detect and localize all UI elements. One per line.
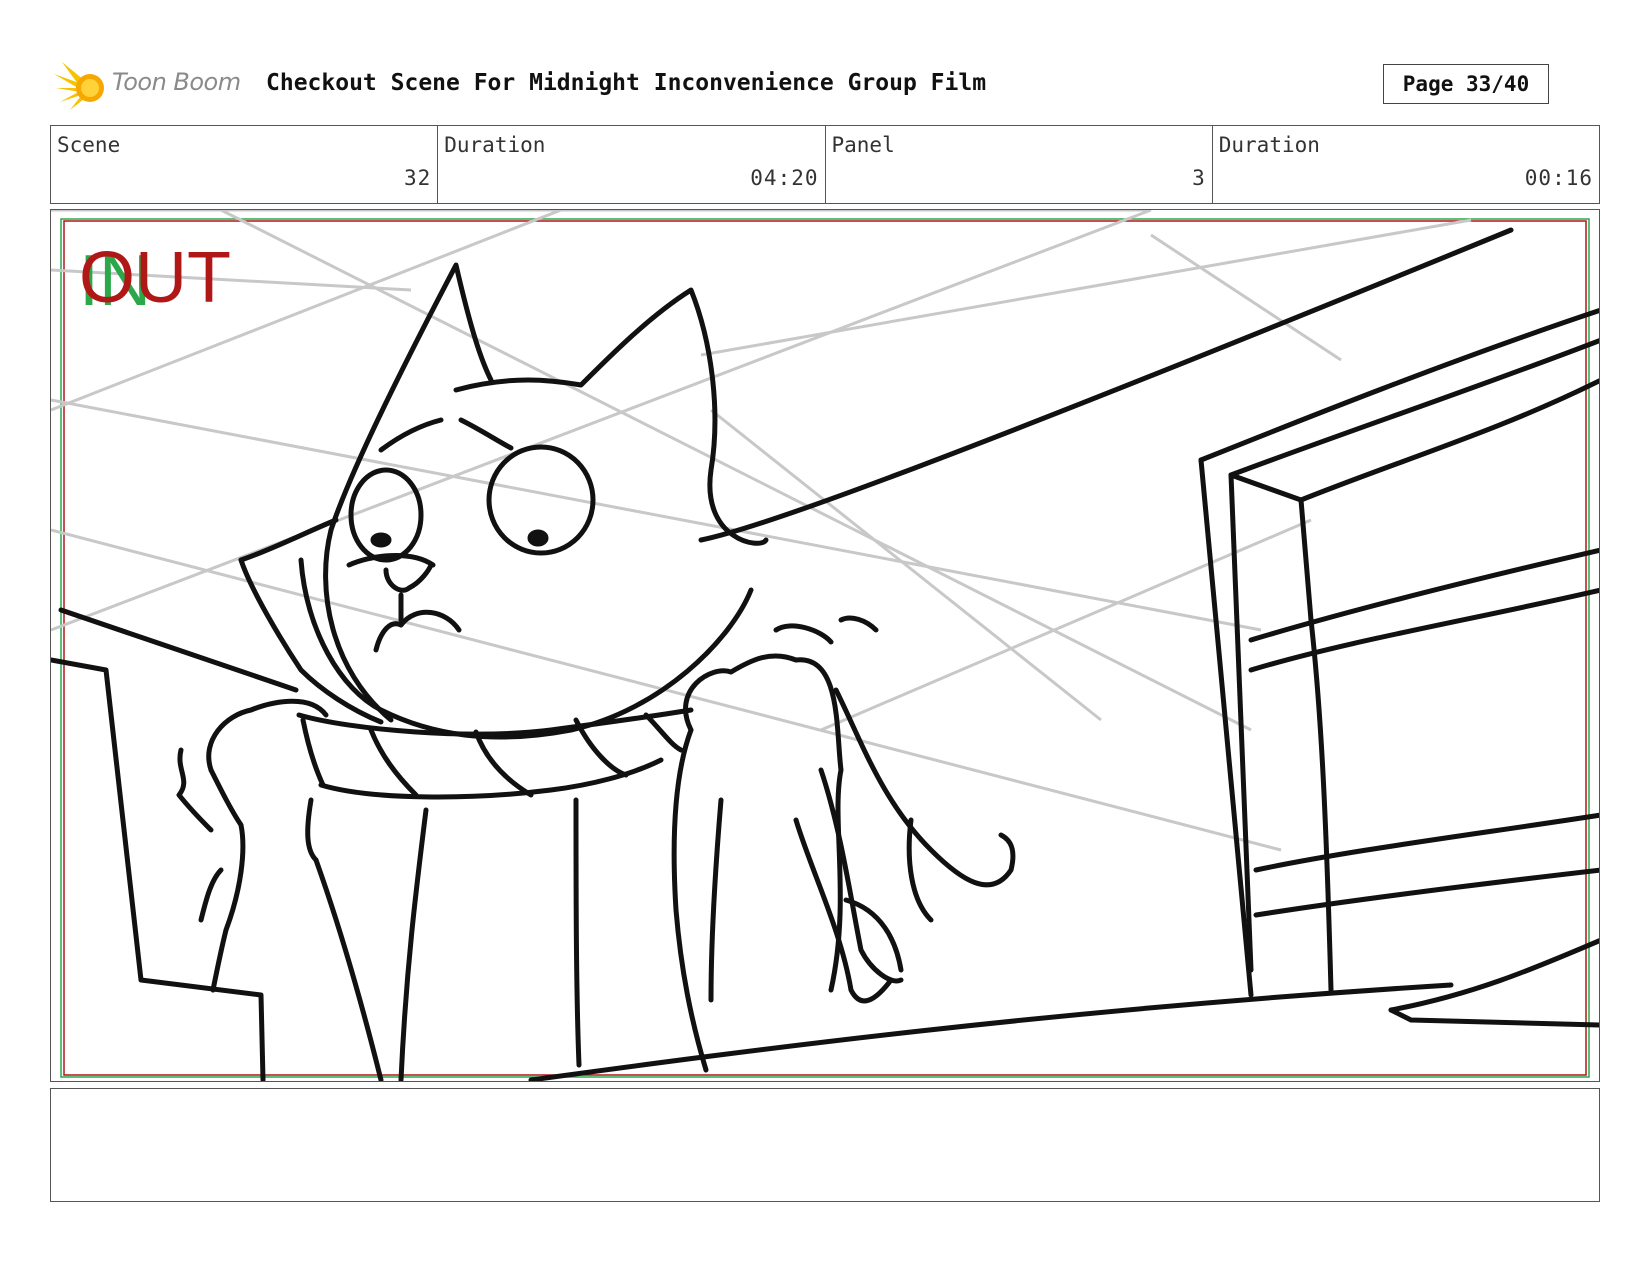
sunburst-icon: [54, 62, 104, 110]
scene-cell: Scene 32: [51, 126, 439, 203]
scene-duration-cell: Duration 04:20: [438, 126, 826, 203]
storyboard-header: Toon Boom Checkout Scene For Midnight In…: [50, 58, 1600, 110]
scene-label: Scene: [57, 133, 121, 157]
logo-text: Toon Boom: [112, 68, 241, 96]
safe-frame-inner: [63, 220, 1587, 1076]
scene-info-row: Scene 32 Duration 04:20 Panel 3 Duration…: [50, 125, 1600, 204]
scene-duration-label: Duration: [444, 133, 546, 157]
safe-frame-outer: [60, 218, 1590, 1078]
panel-duration-cell: Duration 00:16: [1213, 126, 1599, 203]
page-indicator: Page 33/40: [1383, 64, 1549, 104]
scene-duration-value: 04:20: [750, 166, 819, 190]
ceiling-grid: [51, 210, 1472, 852]
panel-value: 3: [1192, 166, 1206, 190]
panel-cell: Panel 3: [826, 126, 1213, 203]
panel-duration-label: Duration: [1218, 133, 1320, 157]
character-sketch: [51, 227, 1599, 1081]
document-title: Checkout Scene For Midnight Inconvenienc…: [266, 70, 987, 96]
out-marker: OUT: [79, 238, 231, 318]
notes-box: [50, 1088, 1600, 1202]
toon-boom-logo: Toon Boom: [54, 58, 254, 112]
panel-image: IN OUT: [50, 209, 1600, 1082]
panel-label: Panel: [831, 133, 895, 157]
sketch-drawing: [51, 210, 1599, 1081]
panel-duration-value: 00:16: [1524, 166, 1593, 190]
scene-value: 32: [403, 166, 432, 190]
